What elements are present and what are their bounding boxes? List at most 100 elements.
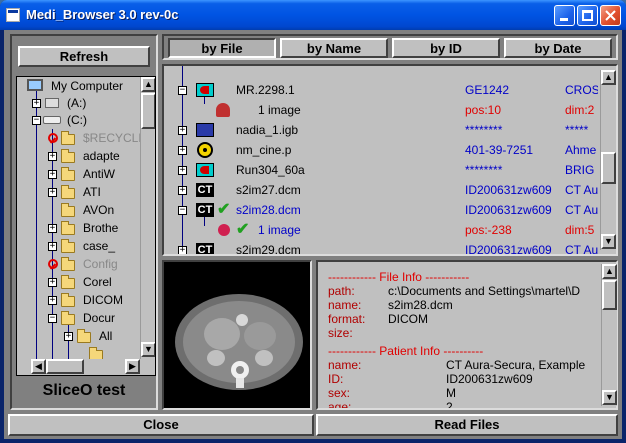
expand-icon[interactable]: + xyxy=(178,146,187,155)
sort-tabs: by File by Name by ID by Date xyxy=(162,34,618,60)
tree-item-docur[interactable]: Docur xyxy=(83,310,115,326)
tree-horizontal-scrollbar[interactable]: ◀ ▶ xyxy=(31,359,140,375)
expand-icon[interactable]: + xyxy=(48,278,57,287)
folder-panel: Refresh My Computer + (A:) − (C:) $RECYC… xyxy=(10,34,158,410)
collapse-icon[interactable]: − xyxy=(32,116,41,125)
read-files-button[interactable]: Read Files xyxy=(316,414,618,436)
scroll-up-button[interactable]: ▲ xyxy=(141,77,155,92)
folder-icon xyxy=(61,203,75,217)
expand-icon[interactable]: + xyxy=(178,126,187,135)
folder-icon xyxy=(77,329,91,343)
tree-item-config[interactable]: Config xyxy=(83,256,118,272)
close-button[interactable]: Close xyxy=(8,414,314,436)
tab-by-file[interactable]: by File xyxy=(168,38,276,58)
file-row[interactable]: + CT s2im27.dcm ID200631zw609 CT Au xyxy=(164,180,598,200)
scroll-left-button[interactable]: ◀ xyxy=(31,359,46,374)
minimize-button[interactable] xyxy=(554,5,575,26)
scroll-thumb[interactable] xyxy=(46,359,84,374)
maximize-button[interactable] xyxy=(577,5,598,26)
expand-icon[interactable]: + xyxy=(178,166,187,175)
file-name: s2im29.dcm xyxy=(236,243,301,254)
expand-icon[interactable]: + xyxy=(64,332,73,341)
tree-item-my-computer[interactable]: My Computer xyxy=(51,78,123,94)
ct-file-icon: CT xyxy=(196,203,214,217)
tree-item-avon[interactable]: AVOn xyxy=(83,202,114,218)
scroll-up-button[interactable]: ▲ xyxy=(601,70,616,85)
expand-icon[interactable]: + xyxy=(48,296,57,305)
tree-item-ati[interactable]: ATI xyxy=(83,184,101,200)
info-key: name: xyxy=(328,298,362,312)
computer-icon xyxy=(27,79,43,91)
scroll-thumb[interactable] xyxy=(601,152,616,184)
expand-icon[interactable]: + xyxy=(178,246,187,254)
file-row[interactable]: − MR.2298.1 GE1242 CROS xyxy=(164,80,598,100)
app-icon xyxy=(6,8,20,22)
tree-item-dicom[interactable]: DICOM xyxy=(83,292,123,308)
info-key: format: xyxy=(328,312,366,326)
scroll-thumb[interactable] xyxy=(141,93,155,129)
app-window: Medi_Browser 3.0 rev-0c Refresh My Compu… xyxy=(0,0,626,443)
refresh-button[interactable]: Refresh xyxy=(18,46,150,67)
file-list[interactable]: − MR.2298.1 GE1242 CROS 1 image pos:10 d… xyxy=(164,66,598,254)
expand-icon[interactable]: + xyxy=(48,242,57,251)
file-row[interactable]: + CT s2im29.dcm ID200631zw609 CT Au xyxy=(164,240,598,254)
tree-item-a-drive[interactable]: (A:) xyxy=(67,95,86,111)
file-list-scrollbar[interactable]: ▲ ▼ xyxy=(600,70,616,250)
expand-icon[interactable]: + xyxy=(32,99,41,108)
expand-icon[interactable]: + xyxy=(178,186,187,195)
info-scrollbar[interactable]: ▲ ▼ xyxy=(601,264,617,406)
scroll-right-button[interactable]: ▶ xyxy=(125,359,140,374)
igb-file-icon xyxy=(196,123,214,137)
tree-item-corel[interactable]: Corel xyxy=(83,274,112,290)
tree-item-brothe[interactable]: Brothe xyxy=(83,220,118,236)
close-window-button[interactable] xyxy=(600,5,621,26)
scroll-thumb[interactable] xyxy=(602,280,617,310)
collapse-icon[interactable]: − xyxy=(48,314,57,323)
nuclear-file-icon xyxy=(197,142,213,158)
scroll-down-button[interactable]: ▼ xyxy=(601,234,616,249)
collapse-icon[interactable]: − xyxy=(178,86,187,95)
info-value: c:\Documents and Settings\martel\D xyxy=(388,284,581,298)
tree-item-antiw[interactable]: AntiW xyxy=(83,166,115,182)
image-preview xyxy=(162,260,312,410)
tree-item-adapte[interactable]: adapte xyxy=(83,148,120,164)
tree-item-all[interactable]: All xyxy=(99,328,112,344)
tree-line xyxy=(52,129,53,373)
mr-file-icon xyxy=(196,83,214,97)
file-extra: ***** xyxy=(565,123,589,137)
info-key: path: xyxy=(328,284,355,298)
tab-by-date[interactable]: by Date xyxy=(504,38,612,58)
info-value: ID200631zw609 xyxy=(446,372,533,386)
folder-icon xyxy=(61,149,75,163)
file-name: Run304_60a xyxy=(236,163,305,177)
image-dim: dim:2 xyxy=(565,103,595,117)
scroll-down-button[interactable]: ▼ xyxy=(141,342,155,357)
file-row[interactable]: + nm_cine.p 401-39-7251 Ahme xyxy=(164,140,596,160)
tree-item-case[interactable]: case_ xyxy=(83,238,115,254)
file-id: 401-39-7251 xyxy=(465,143,534,157)
info-key: sex: xyxy=(328,386,351,400)
folder-tree[interactable]: My Computer + (A:) − (C:) $RECYCLE.BIN +… xyxy=(16,76,156,376)
tree-vertical-scrollbar[interactable]: ▲ ▼ xyxy=(140,77,155,359)
expand-icon[interactable]: + xyxy=(48,188,57,197)
title-bar[interactable]: Medi_Browser 3.0 rev-0c xyxy=(0,0,626,30)
expand-icon[interactable]: + xyxy=(48,224,57,233)
expand-icon[interactable]: + xyxy=(48,170,57,179)
file-row[interactable]: + Run304_60a ******** BRIG xyxy=(164,160,596,180)
file-name: s2im27.dcm xyxy=(236,183,301,197)
tab-by-name[interactable]: by Name xyxy=(280,38,388,58)
image-icon xyxy=(218,224,230,236)
file-row[interactable]: 1 image pos:10 dim:2 xyxy=(164,100,596,120)
scroll-up-button[interactable]: ▲ xyxy=(602,264,617,279)
info-text[interactable]: ------------ File Info ----------- path:… xyxy=(318,262,600,408)
file-row-selected[interactable]: − CT ✔ s2im28.dcm ID200631zw609 CT Au xyxy=(164,200,598,220)
file-row[interactable]: + nadia_1.igb ******** ***** xyxy=(164,120,596,140)
tab-by-id[interactable]: by ID xyxy=(392,38,500,58)
file-row[interactable]: ✔ 1 image pos:-238 dim:5 xyxy=(164,220,596,240)
scroll-down-button[interactable]: ▼ xyxy=(602,390,617,405)
file-id: ******** xyxy=(465,123,503,137)
folder-icon xyxy=(61,167,75,181)
expand-icon[interactable]: + xyxy=(48,152,57,161)
collapse-icon[interactable]: − xyxy=(178,206,187,215)
tree-item-c-drive[interactable]: (C:) xyxy=(67,112,87,128)
